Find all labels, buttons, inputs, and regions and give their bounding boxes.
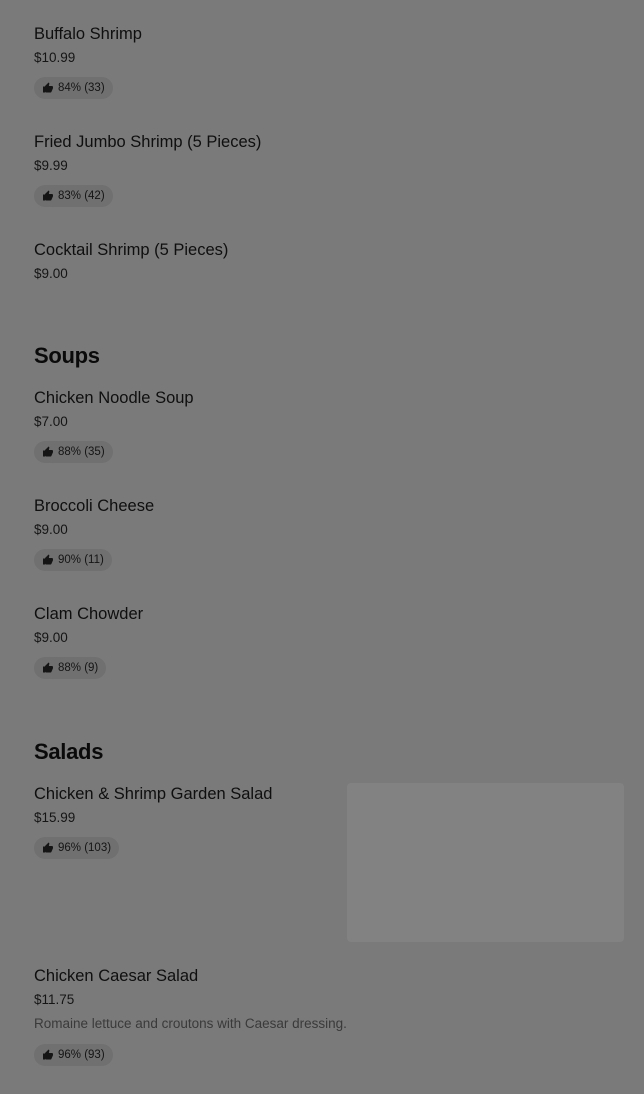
rating-text: 90% (11) — [58, 554, 104, 566]
rating-text: 96% (93) — [58, 1049, 105, 1061]
menu-item-broccoli-cheese[interactable]: Broccoli Cheese $9.00 90% (11) — [34, 496, 594, 571]
rating-badge: 84% (33) — [34, 77, 113, 99]
item-price: $15.99 — [34, 810, 76, 825]
menu-item-chicken-caesar-salad[interactable]: Chicken Caesar Salad $11.75 Romaine lett… — [34, 966, 594, 1066]
item-name: Chicken Noodle Soup — [34, 389, 194, 407]
rating-badge: 90% (11) — [34, 549, 112, 571]
rating-badge: 96% (103) — [34, 837, 120, 859]
thumbs-up-icon — [43, 190, 53, 201]
item-description: Romaine lettuce and croutons with Caesar… — [34, 1016, 347, 1031]
rating-badge: 96% (93) — [34, 1044, 113, 1066]
rating-text: 96% (103) — [58, 842, 112, 854]
thumbs-up-icon — [43, 842, 53, 853]
item-name: Buffalo Shrimp — [34, 25, 142, 43]
item-image-placeholder[interactable] — [347, 783, 624, 942]
item-price: $9.00 — [34, 630, 68, 645]
rating-badge: 88% (35) — [34, 441, 113, 463]
section-title-salads: Salads — [34, 739, 104, 764]
item-name: Broccoli Cheese — [34, 497, 155, 515]
menu-item-clam-chowder[interactable]: Clam Chowder $9.00 88% (9) — [34, 604, 594, 679]
item-price: $7.00 — [34, 414, 68, 429]
thumbs-up-icon — [43, 446, 53, 457]
menu-item-chicken-noodle-soup[interactable]: Chicken Noodle Soup $7.00 88% (35) — [34, 388, 594, 463]
item-name: Chicken Caesar Salad — [34, 967, 199, 985]
thumbs-up-icon — [43, 554, 53, 565]
rating-badge: 83% (42) — [34, 185, 113, 207]
rating-text: 88% (9) — [58, 662, 99, 674]
thumbs-up-icon — [43, 1049, 53, 1060]
section-title-soups: Soups — [34, 343, 100, 368]
rating-text: 88% (35) — [58, 446, 105, 458]
menu-item-buffalo-shrimp[interactable]: Buffalo Shrimp $10.99 84% (33) — [34, 24, 594, 99]
item-name: Clam Chowder — [34, 605, 144, 623]
menu-item-cocktail-shrimp[interactable]: Cocktail Shrimp (5 Pieces) $9.00 — [34, 240, 594, 283]
item-name: Cocktail Shrimp (5 Pieces) — [34, 241, 229, 259]
item-name: Fried Jumbo Shrimp (5 Pieces) — [34, 133, 262, 151]
thumbs-up-icon — [43, 82, 53, 93]
thumbs-up-icon — [43, 662, 53, 673]
item-name: Chicken & Shrimp Garden Salad — [34, 785, 273, 803]
item-price: $11.75 — [34, 992, 75, 1007]
item-price: $9.00 — [34, 266, 68, 281]
rating-badge: 88% (9) — [34, 657, 107, 679]
rating-text: 83% (42) — [58, 190, 105, 202]
rating-text: 84% (33) — [58, 82, 105, 94]
menu-item-fried-jumbo-shrimp[interactable]: Fried Jumbo Shrimp (5 Pieces) $9.99 83% … — [34, 132, 594, 207]
item-price: $10.99 — [34, 50, 76, 65]
item-price: $9.00 — [34, 522, 68, 537]
menu-item-chicken-shrimp-garden-salad[interactable]: Chicken & Shrimp Garden Salad $15.99 96%… — [34, 784, 334, 859]
item-price: $9.99 — [34, 158, 68, 173]
